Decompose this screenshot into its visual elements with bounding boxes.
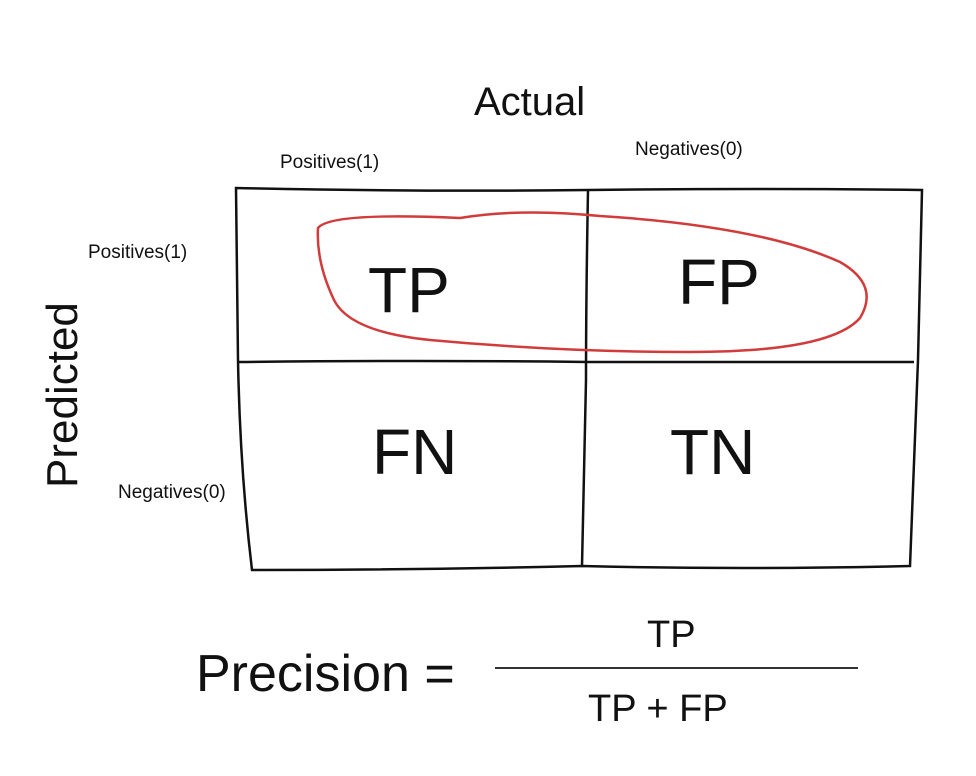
cell-tp: TP bbox=[368, 254, 450, 326]
confusion-matrix-diagram: Actual Positives(1) Negatives(0) Positiv… bbox=[0, 0, 976, 776]
cell-fp: FP bbox=[678, 246, 760, 318]
formula-numerator: TP bbox=[647, 614, 696, 656]
grid-outer-border bbox=[234, 186, 924, 572]
cell-tn: TN bbox=[670, 416, 756, 488]
cell-fn: FN bbox=[372, 416, 458, 488]
formula-lhs: Precision = bbox=[196, 645, 455, 703]
grid-vertical-divider bbox=[580, 189, 590, 567]
grid-horizontal-divider bbox=[237, 359, 914, 364]
formula-denominator: TP + FP bbox=[588, 688, 728, 730]
matrix-grid bbox=[234, 186, 924, 669]
